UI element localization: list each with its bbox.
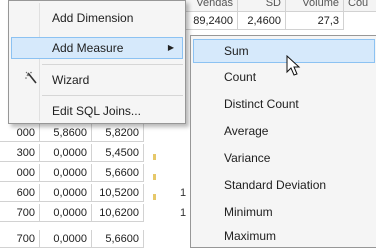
submenu-item-variance[interactable]: Variance bbox=[193, 146, 375, 170]
submenu-item-count[interactable]: Count bbox=[193, 65, 375, 89]
table-cell[interactable]: 000 bbox=[0, 164, 40, 182]
menu-item-label: Wizard bbox=[52, 73, 90, 87]
table-cell[interactable]: 000 bbox=[0, 124, 40, 142]
table-cell[interactable]: 27,3 bbox=[286, 12, 344, 30]
table-cell[interactable]: 1 bbox=[180, 204, 188, 222]
menu-item-label: Add Dimension bbox=[52, 11, 134, 25]
submenu-item-distinct-count[interactable]: Distinct Count bbox=[193, 92, 375, 116]
submenu-add-measure: Sum Count Distinct Count Average Varianc… bbox=[190, 35, 376, 248]
submenu-item-standard-deviation[interactable]: Standard Deviation bbox=[193, 173, 375, 197]
column-header-count[interactable]: Cou bbox=[344, 0, 376, 12]
table-cell[interactable]: 300 bbox=[0, 144, 40, 162]
menu-item-edit-sql-joins[interactable]: Edit SQL Joins... bbox=[11, 100, 183, 122]
table-cell[interactable]: 5,8600 bbox=[40, 124, 92, 142]
submenu-item-sum[interactable]: Sum bbox=[193, 39, 375, 63]
table-cell[interactable]: 0,0000 bbox=[40, 164, 92, 182]
menu-item-label: Edit SQL Joins... bbox=[52, 104, 141, 118]
submenu-item-label: Sum bbox=[224, 44, 249, 58]
magic-wand-icon bbox=[25, 71, 37, 84]
table-cell[interactable]: 1 bbox=[180, 184, 188, 202]
table-cell[interactable]: 0,0000 bbox=[40, 230, 92, 248]
submenu-item-label: Average bbox=[224, 124, 269, 138]
table-cell[interactable]: 5,6600 bbox=[92, 230, 144, 248]
menu-separator bbox=[42, 64, 183, 65]
submenu-item-label: Variance bbox=[224, 151, 271, 165]
submenu-item-maximum[interactable]: Maximum bbox=[193, 224, 375, 248]
highlight-column-fragment bbox=[150, 126, 158, 246]
table-cell[interactable]: 10,6200 bbox=[92, 204, 144, 222]
table-cell[interactable]: 5,8200 bbox=[92, 124, 144, 142]
menu-item-wizard[interactable]: Wizard bbox=[11, 69, 183, 91]
submenu-item-label: Count bbox=[224, 70, 257, 84]
menu-item-add-measure[interactable]: Add Measure ▶ bbox=[11, 37, 183, 59]
submenu-arrow-icon: ▶ bbox=[167, 43, 174, 52]
table-cell[interactable]: 5,6600 bbox=[92, 164, 144, 182]
submenu-item-label: Minimum bbox=[224, 205, 273, 219]
table-cell[interactable]: 700 bbox=[0, 230, 40, 248]
menu-item-add-dimension[interactable]: Add Dimension bbox=[11, 7, 183, 29]
column-header-sd[interactable]: SD bbox=[238, 0, 286, 12]
submenu-item-average[interactable]: Average bbox=[193, 119, 375, 143]
table-cell[interactable]: 0,0000 bbox=[40, 204, 92, 222]
mouse-pointer-icon bbox=[286, 55, 301, 76]
column-header-vendas[interactable]: Vendas bbox=[186, 0, 238, 12]
menu-item-label: Add Measure bbox=[52, 41, 124, 55]
table-cell[interactable]: 5,4500 bbox=[92, 144, 144, 162]
table-cell[interactable]: 0,0000 bbox=[40, 144, 92, 162]
context-menu: Add Dimension Add Measure ▶ Wizard Edit … bbox=[8, 0, 186, 124]
table-cell[interactable]: 10,5200 bbox=[92, 184, 144, 202]
table-cell[interactable]: 600 bbox=[0, 184, 40, 202]
column-header-volume[interactable]: Volume bbox=[286, 0, 344, 12]
submenu-item-label: Distinct Count bbox=[224, 97, 299, 111]
table-cell[interactable]: 0,0000 bbox=[40, 184, 92, 202]
table-cell[interactable]: 89,2400 bbox=[186, 12, 238, 30]
submenu-item-label: Standard Deviation bbox=[224, 178, 327, 192]
submenu-item-label: Maximum bbox=[224, 229, 277, 243]
submenu-item-minimum[interactable]: Minimum bbox=[193, 200, 375, 224]
table-cell[interactable]: 2,4600 bbox=[238, 12, 286, 30]
menu-separator bbox=[42, 95, 183, 96]
table-cell[interactable]: 700 bbox=[0, 204, 40, 222]
